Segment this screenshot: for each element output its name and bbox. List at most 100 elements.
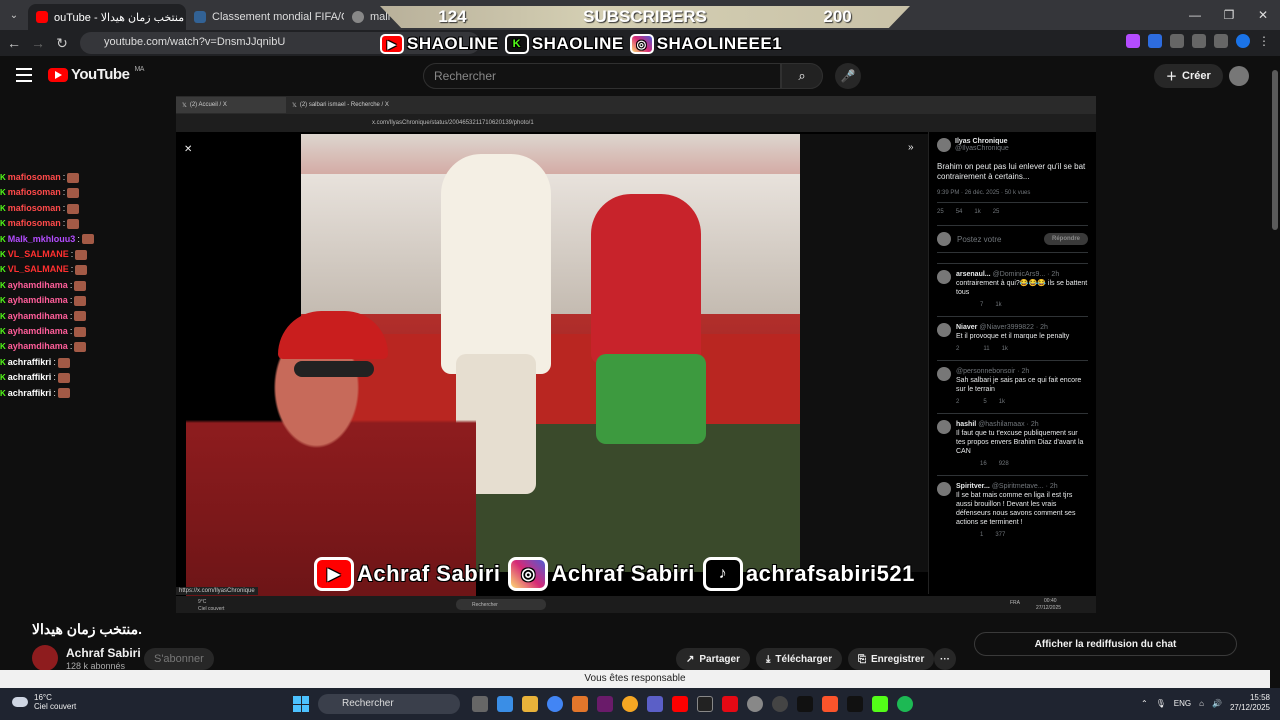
app-icon[interactable]: [697, 696, 713, 712]
file-explorer-icon[interactable]: [522, 696, 538, 712]
more-actions-button[interactable]: ···: [934, 648, 956, 670]
url-text: youtube.com/watch?v=DnsmJJqnibU: [104, 36, 286, 48]
channel-name[interactable]: Achraf Sabiri: [66, 646, 141, 660]
region-code: MA: [134, 66, 144, 73]
reply-stats: 2 11 1k: [956, 345, 1069, 354]
netflix-icon[interactable]: [722, 696, 738, 712]
emote-icon: [67, 218, 80, 229]
bookmark-icon: ⎘: [858, 653, 866, 665]
emote-icon: [74, 342, 87, 353]
kick-icon: K: [504, 34, 529, 54]
tab-search-icon[interactable]: ⌄: [0, 10, 28, 21]
app-icon[interactable]: [572, 696, 588, 712]
brave-icon[interactable]: [822, 696, 838, 712]
reply-text: Il faut que tu t'excuse publiquement sur…: [956, 430, 1084, 455]
extension-icon[interactable]: [1170, 34, 1184, 48]
x-logo-icon: 𝕏: [292, 102, 297, 109]
reply-stats: 16 928: [956, 460, 1088, 469]
chevron-up-icon[interactable]: ⌃: [1141, 699, 1148, 708]
weather-widget[interactable]: 16°C Ciel couvert: [12, 693, 76, 711]
extensions-area: ⋮: [1126, 34, 1270, 48]
tab-youtube[interactable]: ouTube - منتخب زمان هيدالا ✕: [28, 4, 186, 30]
tab-fifa[interactable]: Classement mondial FIFA/Coca ✕: [186, 4, 344, 30]
video-player[interactable]: 𝕏 (2) Accueil / X 𝕏 (2) salbari ismael - R…: [176, 96, 1096, 613]
reply-avatar: [937, 323, 951, 337]
reply-stats: 7 1k: [956, 301, 1088, 310]
scrollbar[interactable]: [1272, 70, 1278, 230]
profile-icon[interactable]: [1236, 34, 1250, 48]
app-icon[interactable]: [772, 696, 788, 712]
restore-icon[interactable]: ❐: [1212, 0, 1246, 30]
puzzle-icon[interactable]: [1192, 34, 1206, 48]
back-icon[interactable]: ←: [2, 35, 26, 51]
chat-separator: :: [69, 341, 73, 352]
counter-label: SUBSCRIBERS: [583, 7, 707, 26]
language-indicator[interactable]: ENG: [1174, 699, 1191, 708]
voice-search-button[interactable]: 🎤: [835, 63, 861, 89]
search-input[interactable]: Rechercher: [423, 63, 781, 89]
emote-icon: [75, 249, 88, 260]
subscribe-button[interactable]: S'abonner: [144, 648, 214, 670]
download-label: Télécharger: [775, 653, 833, 665]
dimmed-background: [800, 134, 928, 572]
volume-icon[interactable]: 🔊: [1212, 699, 1222, 708]
app-icon[interactable]: [622, 696, 638, 712]
close-window-icon[interactable]: ✕: [1246, 0, 1280, 30]
tradingview-icon[interactable]: [847, 696, 863, 712]
reply-handle: @Niaver3999822 · 2h: [979, 324, 1048, 331]
reply-stat: 16: [980, 461, 987, 467]
reply-name: Spiritver...: [956, 483, 990, 490]
emote-icon: [74, 295, 87, 306]
youtube-app-icon[interactable]: [672, 696, 688, 712]
clock[interactable]: 15:58 27/12/2025: [1230, 693, 1270, 713]
chrome-icon[interactable]: [547, 696, 563, 712]
extension-icon[interactable]: [1126, 34, 1140, 48]
tiktok-icon: ♪: [702, 557, 743, 591]
chat-message: Kachraffikri:: [0, 370, 175, 385]
minimize-icon[interactable]: —: [1178, 0, 1212, 30]
kick-badge-icon: K: [0, 280, 6, 290]
channel-avatar[interactable]: [32, 645, 58, 671]
share-button[interactable]: ↗ Partager: [676, 648, 750, 670]
red-cap: [278, 311, 388, 359]
microphone-icon: 🎤: [840, 69, 856, 83]
x-logo-icon: 𝕏: [182, 102, 187, 109]
reply-item: Spiritver... @Spiritmetave... · 2h Il se …: [937, 475, 1088, 546]
spotify-icon[interactable]: [897, 696, 913, 712]
sunglasses: [294, 361, 374, 377]
reload-icon[interactable]: ↻: [50, 35, 74, 52]
copilot-icon[interactable]: [497, 696, 513, 712]
app-icon[interactable]: [747, 696, 763, 712]
teams-icon[interactable]: [647, 696, 663, 712]
download-button[interactable]: ⤓ Télécharger: [756, 648, 843, 670]
chat-separator: :: [69, 310, 73, 321]
app-icon[interactable]: [797, 696, 813, 712]
reply-count: 25: [937, 209, 944, 215]
inner-address-bar: x.com/IlyasChronique/status/200465321171…: [176, 114, 1096, 132]
save-button[interactable]: ⎘ Enregistrer: [848, 648, 935, 670]
network-icon[interactable]: ⌂: [1199, 699, 1204, 708]
extension-icon[interactable]: [1148, 34, 1162, 48]
menu-icon[interactable]: [16, 68, 32, 82]
kebab-menu-icon[interactable]: ⋮: [1258, 34, 1270, 48]
responsibility-banner: Vous êtes responsable: [0, 670, 1270, 688]
app-icon[interactable]: [597, 696, 613, 712]
reply-name: arsenaul...: [956, 271, 991, 278]
kick-app-icon[interactable]: [872, 696, 888, 712]
reply-stats: 2 5 1k: [956, 398, 1088, 407]
download-icon: ⤓: [766, 653, 771, 665]
search-button[interactable]: ⌕: [781, 63, 823, 89]
chat-username: VL_SALMANE: [7, 249, 69, 260]
start-button[interactable]: [293, 696, 309, 712]
microphone-icon[interactable]: 🎙: [1156, 699, 1166, 708]
taskbar-search[interactable]: Rechercher: [318, 694, 460, 714]
sidepanel-icon[interactable]: [1214, 34, 1228, 48]
forward-icon[interactable]: →: [26, 35, 50, 51]
create-button[interactable]: ＋ Créer: [1154, 64, 1223, 88]
temperature: 16°C: [34, 693, 52, 702]
chat-replay-button[interactable]: Afficher la rediffusion du chat: [974, 632, 1237, 656]
reply-composer: Postez votre Répondre: [937, 225, 1088, 253]
task-view-icon[interactable]: [472, 696, 488, 712]
account-avatar[interactable]: [1229, 66, 1249, 86]
youtube-logo[interactable]: YouTube MA: [48, 66, 144, 83]
